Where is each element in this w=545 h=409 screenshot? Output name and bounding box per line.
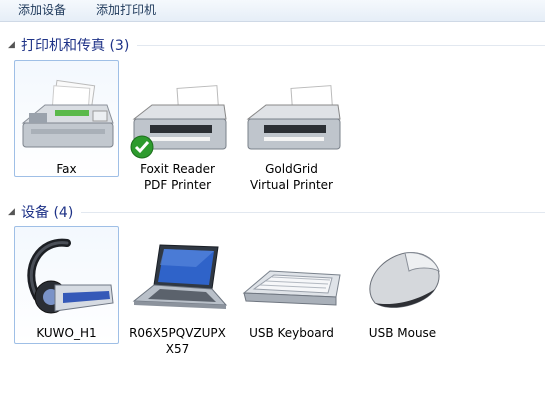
group-header-printers[interactable]: ◢ 打印机和传真 (3) [8, 35, 545, 55]
device-label: USB Keyboard [249, 326, 334, 340]
default-check-icon [130, 135, 154, 159]
device-item-foxit-pdf-printer[interactable]: Foxit Reader PDF Printer [125, 60, 230, 195]
collapse-triangle-icon[interactable]: ◢ [8, 40, 16, 50]
device-label-line1: Foxit Reader [140, 162, 215, 176]
mouse-icon [369, 252, 440, 308]
group-title-printers: 打印机和传真 (3) [21, 38, 130, 54]
device-item-laptop[interactable]: R06X5PQVZUPX X57 [125, 226, 230, 361]
device-label: Fax [56, 162, 77, 176]
bluetooth-headset-icon [27, 238, 114, 314]
command-bar: 添加设备 添加打印机 [0, 0, 545, 22]
group-title-devices: 设备 (4) [21, 205, 74, 221]
keyboard-icon [242, 270, 341, 306]
device-label-line2: X57 [165, 342, 190, 356]
group-header-devices[interactable]: ◢ 设备 (4) [8, 202, 545, 222]
device-label-line2: PDF Printer [143, 178, 212, 192]
add-device-button[interactable]: 添加设备 [14, 2, 70, 19]
device-label-line1: GoldGrid [265, 162, 318, 176]
device-item-goldgrid-virtual-printer[interactable]: GoldGrid Virtual Printer [239, 60, 344, 195]
group-divider [81, 211, 545, 213]
device-label: KUWO_H1 [36, 326, 97, 340]
collapse-triangle-icon[interactable]: ◢ [8, 207, 16, 217]
group-divider [137, 44, 545, 46]
device-item-usb-keyboard[interactable]: USB Keyboard [239, 226, 344, 344]
add-printer-button[interactable]: 添加打印机 [92, 2, 160, 19]
fax-icon [21, 79, 114, 148]
device-label: USB Mouse [368, 326, 437, 340]
device-label-line1: R06X5PQVZUPX [129, 326, 226, 340]
device-label-line2: Virtual Printer [250, 178, 333, 192]
device-item-fax[interactable]: Fax [14, 60, 119, 177]
device-item-usb-mouse[interactable]: USB Mouse [350, 226, 455, 344]
printer-icon [246, 85, 341, 150]
laptop-icon [132, 244, 228, 309]
device-item-kuwo-h1[interactable]: KUWO_H1 [14, 226, 119, 344]
